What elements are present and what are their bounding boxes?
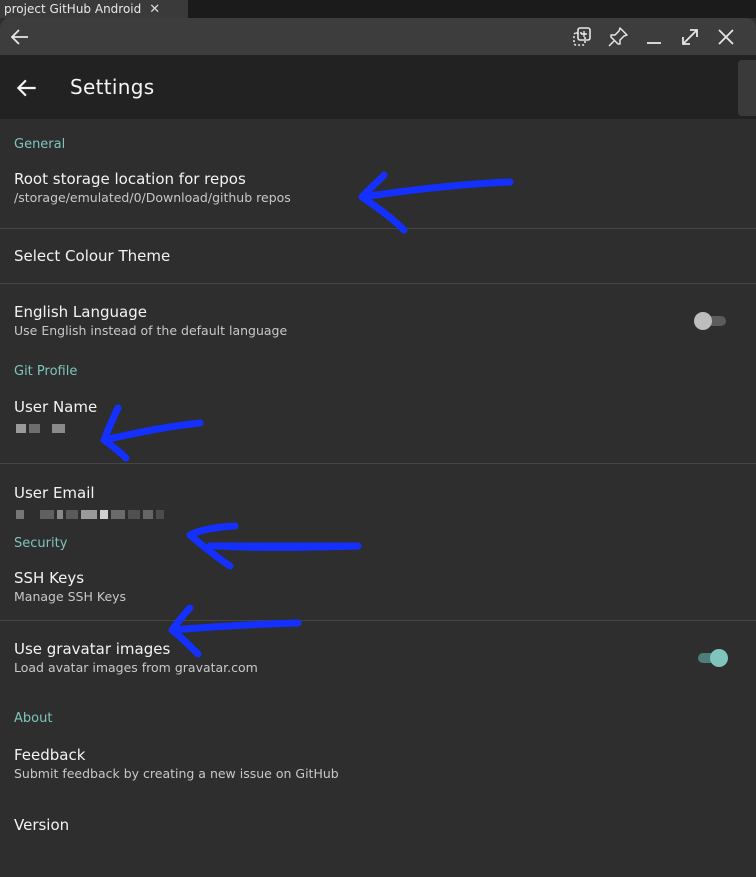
section-header-git-profile: Git Profile — [14, 364, 78, 379]
close-icon[interactable] — [714, 25, 738, 49]
setting-subtitle: /storage/emulated/0/Download/github repo… — [14, 190, 291, 205]
section-header-about: About — [14, 711, 53, 726]
page-title: Settings — [70, 75, 155, 99]
section-header-security: Security — [14, 536, 68, 551]
setting-title: Use gravatar images — [14, 640, 171, 658]
version-setting[interactable]: Version — [0, 811, 756, 851]
redacted-user-name — [16, 424, 68, 433]
user-email-setting[interactable]: User Email — [0, 464, 756, 536]
setting-title: English Language — [14, 303, 147, 321]
user-name-setting[interactable]: User Name — [0, 392, 756, 464]
root-storage-setting[interactable]: Root storage location for repos /storage… — [0, 163, 756, 229]
maximize-icon[interactable] — [678, 25, 702, 49]
host-tab[interactable]: project GitHub Android ✕ — [0, 0, 188, 18]
window-bar — [0, 18, 756, 55]
host-tab-label: project GitHub Android — [4, 2, 142, 16]
setting-subtitle: Manage SSH Keys — [14, 589, 127, 604]
scrollbar-handle[interactable] — [738, 60, 756, 116]
pin-icon[interactable] — [606, 25, 630, 49]
copy-window-icon[interactable] — [570, 25, 594, 49]
tab-close-icon[interactable]: ✕ — [149, 2, 160, 17]
minimize-icon[interactable] — [642, 25, 666, 49]
ssh-keys-setting[interactable]: SSH Keys Manage SSH Keys — [0, 566, 756, 621]
english-language-toggle[interactable] — [694, 312, 728, 330]
setting-title: Select Colour Theme — [14, 247, 171, 265]
back-arrow-icon[interactable] — [14, 75, 40, 101]
setting-title: Root storage location for repos — [14, 170, 246, 188]
setting-subtitle: Submit feedback by creating a new issue … — [14, 766, 339, 781]
setting-subtitle: Use English instead of the default langu… — [14, 323, 288, 338]
redacted-user-email — [16, 510, 167, 519]
section-header-general: General — [14, 137, 66, 152]
setting-title: Feedback — [14, 746, 86, 764]
toggle-thumb — [694, 312, 712, 330]
gravatar-toggle[interactable] — [694, 649, 728, 667]
setting-title: User Email — [14, 484, 95, 502]
host-tab-strip: project GitHub Android ✕ — [0, 0, 756, 18]
setting-title: User Name — [14, 398, 98, 416]
app-bar: Settings — [0, 55, 756, 119]
setting-subtitle: Load avatar images from gravatar.com — [14, 660, 258, 675]
setting-title: SSH Keys — [14, 569, 85, 587]
setting-title: Version — [14, 816, 70, 834]
toggle-thumb — [710, 649, 728, 667]
settings-list: General Root storage location for repos … — [0, 119, 756, 851]
window-back-icon[interactable] — [8, 25, 32, 49]
colour-theme-setting[interactable]: Select Colour Theme — [0, 229, 756, 284]
feedback-setting[interactable]: Feedback Submit feedback by creating a n… — [0, 741, 756, 811]
gravatar-setting[interactable]: Use gravatar images Load avatar images f… — [0, 621, 756, 711]
english-language-setting[interactable]: English Language Use English instead of … — [0, 284, 756, 364]
